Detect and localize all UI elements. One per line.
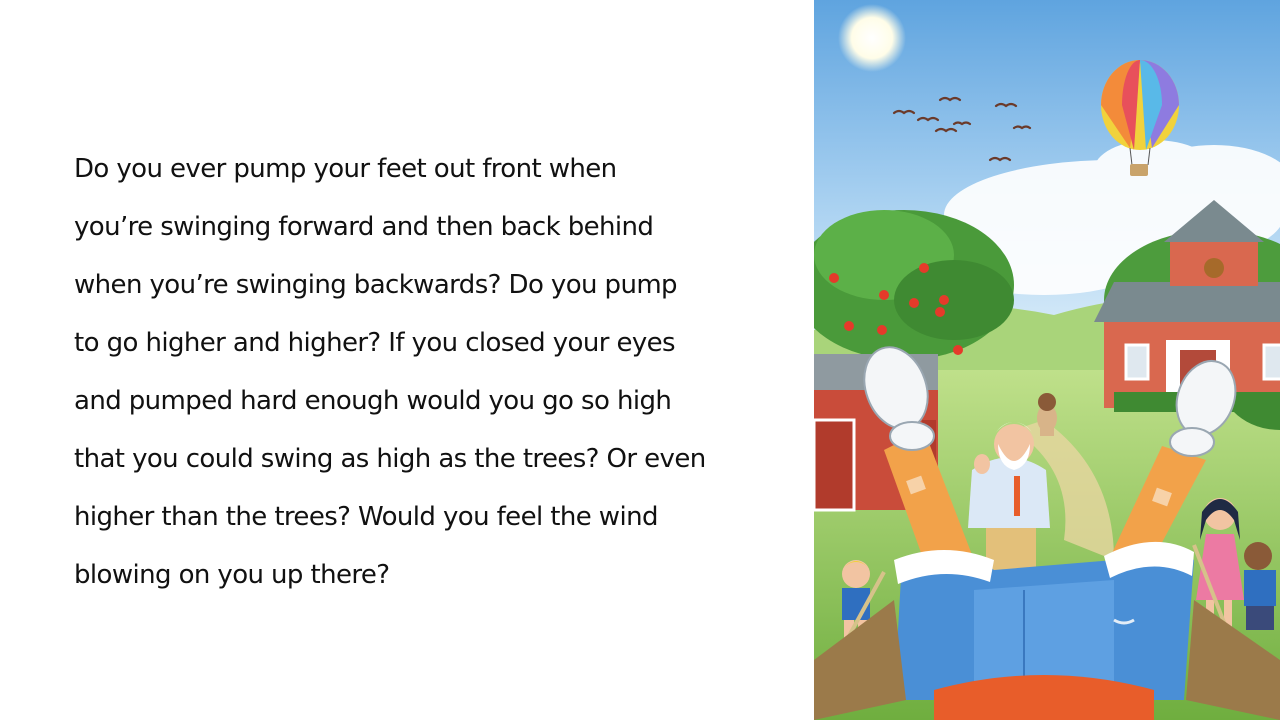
story-line: Do you ever pump your feet out front whe… — [74, 154, 617, 184]
text-panel: Do you ever pump your feet out front whe… — [0, 0, 814, 720]
sun — [838, 4, 906, 72]
boy-right — [1244, 542, 1276, 630]
story-line: and pumped hard enough would you go so h… — [74, 386, 672, 416]
story-line: higher than the trees? Would you feel th… — [74, 502, 658, 532]
story-line: to go higher and higher? If you closed y… — [74, 328, 676, 358]
swing-illustration — [814, 0, 1280, 720]
story-text: Do you ever pump your feet out front whe… — [74, 140, 794, 604]
story-line: you’re swinging forward and then back be… — [74, 212, 654, 242]
story-line: blowing on you up there? — [74, 560, 390, 590]
story-line: when you’re swinging backwards? Do you p… — [74, 270, 678, 300]
story-line: that you could swing as high as the tree… — [74, 444, 706, 474]
dog — [1037, 393, 1057, 436]
